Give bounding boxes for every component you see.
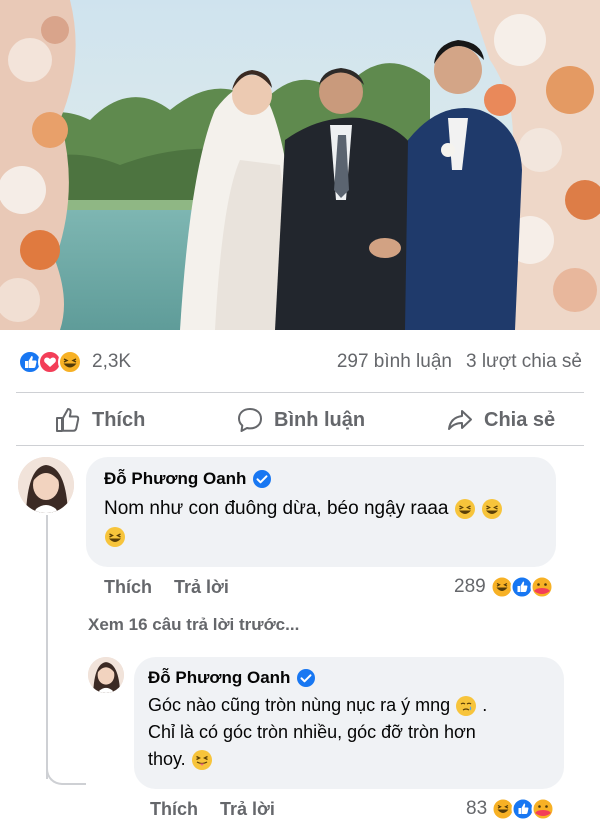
laughing-emoji-icon bbox=[482, 498, 503, 519]
speech-bubble-icon bbox=[238, 408, 262, 432]
thumbs-up-icon bbox=[56, 408, 80, 432]
comment-like-button[interactable]: Thích bbox=[104, 577, 152, 597]
thread-connector bbox=[46, 763, 86, 785]
comment-reaction-count: 289 bbox=[454, 576, 486, 597]
verified-badge-icon bbox=[297, 669, 316, 687]
avatar[interactable] bbox=[88, 657, 124, 693]
avatar[interactable] bbox=[18, 457, 74, 513]
reply-reply-button[interactable]: Trả lời bbox=[220, 799, 275, 819]
like-button[interactable]: Thích bbox=[54, 405, 145, 435]
laughing-emoji-icon bbox=[454, 498, 475, 519]
verified-badge-icon bbox=[253, 470, 272, 488]
comment-author[interactable]: Đỗ Phương Oanh bbox=[104, 469, 246, 489]
share-button-label: Chia sẻ bbox=[484, 408, 556, 431]
haha-icon bbox=[58, 350, 82, 374]
reply-like-button[interactable]: Thích bbox=[150, 799, 198, 819]
reply-reaction-count: 83 bbox=[466, 798, 488, 819]
reply-reactions[interactable]: 83 bbox=[466, 797, 557, 821]
laughing-emoji-icon bbox=[105, 526, 125, 547]
comment-section: Đỗ Phương Oanh Nom như con đuông dừa, bé… bbox=[0, 445, 600, 834]
reaction-count[interactable]: 2,3K bbox=[92, 350, 131, 374]
post-photo[interactable] bbox=[0, 0, 600, 330]
haha-like-care-icons bbox=[491, 797, 555, 821]
reply-meta: Thích Trả lời bbox=[150, 799, 275, 820]
comment-count[interactable]: 297 bình luận bbox=[337, 351, 452, 372]
like-button-label: Thích bbox=[92, 408, 146, 431]
comment-bubble: Đỗ Phương Oanh Nom như con đuông dừa, bé… bbox=[86, 457, 556, 567]
reaction-icons[interactable] bbox=[18, 350, 98, 374]
thread-line bbox=[46, 515, 48, 779]
share-button[interactable]: Chia sẻ bbox=[446, 405, 555, 435]
squinting-tongue-emoji-icon bbox=[191, 750, 212, 771]
reply-bubble: Đỗ Phương Oanh Góc nào cũng tròn nùng nụ… bbox=[134, 657, 564, 789]
reply-text: Góc nào cũng tròn nùng nục ra ý mng . Ch… bbox=[148, 692, 550, 773]
haha-like-care-icons bbox=[490, 575, 554, 599]
comment-text: Nom như con đuông dừa, béo ngậy raaa bbox=[104, 495, 538, 551]
comment-button[interactable]: Bình luận bbox=[236, 405, 365, 435]
crying-laughing-emoji-icon bbox=[456, 696, 477, 717]
comment-button-label: Bình luận bbox=[274, 408, 366, 431]
post-stats: 2,3K 297 bình luận 3 lượt chia sẻ bbox=[0, 330, 600, 392]
reply-author[interactable]: Đỗ Phương Oanh bbox=[148, 668, 290, 688]
share-count[interactable]: 3 lượt chia sẻ bbox=[466, 351, 582, 372]
comment-meta: Thích Trả lời bbox=[104, 577, 229, 598]
divider-top bbox=[16, 392, 584, 393]
see-previous-replies-link[interactable]: Xem 16 câu trả lời trước... bbox=[88, 615, 299, 635]
share-arrow-icon bbox=[448, 410, 472, 430]
post-actions: Thích Bình luận Chia sẻ bbox=[0, 395, 600, 443]
comment-reply-button[interactable]: Trả lời bbox=[174, 577, 229, 597]
comment-reactions[interactable]: 289 bbox=[454, 575, 556, 599]
